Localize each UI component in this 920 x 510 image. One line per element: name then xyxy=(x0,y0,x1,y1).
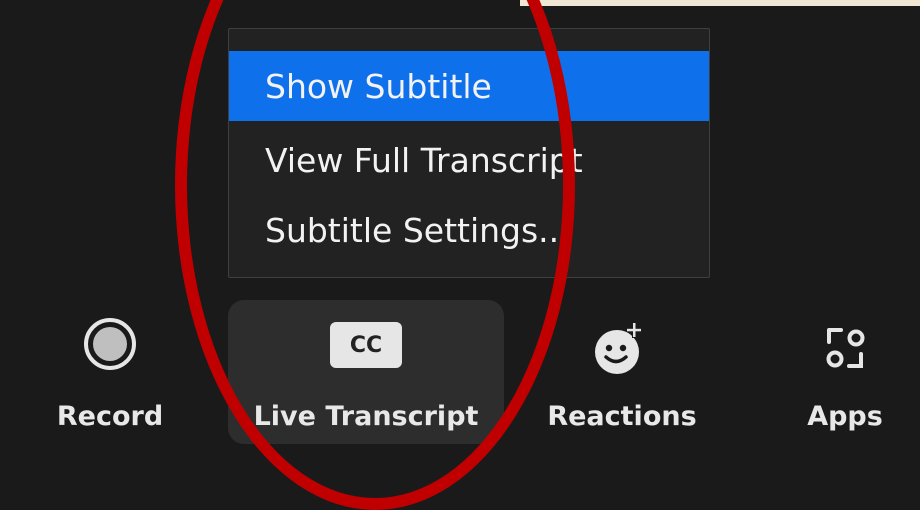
reactions-label: Reactions xyxy=(547,401,697,432)
reactions-button[interactable]: Reactions xyxy=(532,300,712,444)
menu-item-show-subtitle[interactable]: Show Subtitle xyxy=(229,51,709,121)
menu-item-view-full-transcript[interactable]: View Full Transcript xyxy=(229,125,709,195)
record-button[interactable]: Record xyxy=(40,300,180,444)
menu-item-label: Subtitle Settings... xyxy=(265,210,570,250)
menu-item-label: Show Subtitle xyxy=(265,66,492,106)
live-transcript-menu: Show Subtitle View Full Transcript Subti… xyxy=(228,28,710,278)
top-background-strip xyxy=(0,0,920,6)
apps-button[interactable]: Apps xyxy=(790,300,900,444)
top-background-dark xyxy=(0,0,520,6)
menu-item-label: View Full Transcript xyxy=(265,140,583,180)
apps-icon xyxy=(826,328,865,368)
record-label: Record xyxy=(56,401,164,432)
record-icon xyxy=(84,318,136,370)
live-transcript-label: Live Transcript xyxy=(253,401,479,432)
apps-label: Apps xyxy=(807,401,883,432)
meeting-toolbar: Record CC Live Transcript Reactions Apps xyxy=(0,290,920,444)
live-transcript-button[interactable]: CC Live Transcript xyxy=(228,300,504,444)
menu-item-subtitle-settings[interactable]: Subtitle Settings... xyxy=(229,195,709,265)
emoji-add-icon xyxy=(595,322,642,374)
closed-caption-icon: CC xyxy=(330,322,402,368)
